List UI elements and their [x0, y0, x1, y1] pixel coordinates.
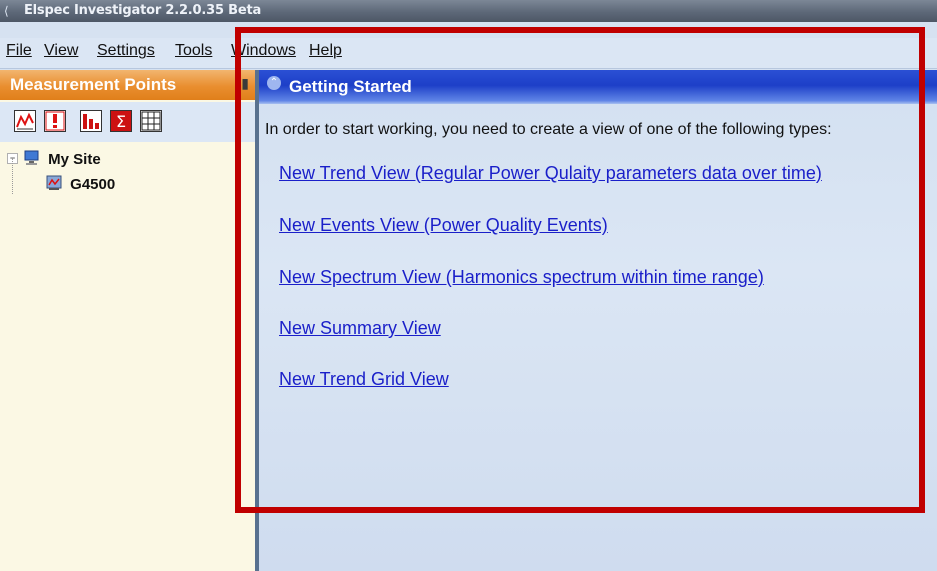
tree-node-device-label: G4500: [70, 176, 116, 193]
computer-icon: [24, 150, 40, 165]
menu-windows[interactable]: Windows: [231, 42, 296, 60]
collapse-icon[interactable]: ⌃: [267, 76, 281, 90]
new-trend-view-link[interactable]: New Trend View (Regular Power Qulaity pa…: [279, 163, 822, 184]
menu-bar: File View Settings Tools Windows Help: [0, 38, 937, 69]
events-view-icon[interactable]: [44, 110, 66, 132]
new-spectrum-view-link[interactable]: New Spectrum View (Harmonics spectrum wi…: [279, 267, 764, 288]
getting-started-title: Getting Started: [289, 77, 412, 96]
svg-text:Σ: Σ: [116, 112, 126, 131]
measurement-points-pane: Measurement Points ▮ Σ − My Site G4500: [0, 70, 259, 571]
tree-connector: [12, 158, 13, 194]
spectrum-view-icon[interactable]: [80, 110, 102, 132]
trend-view-icon[interactable]: [14, 110, 36, 132]
menu-tools[interactable]: Tools: [175, 42, 212, 60]
trend-grid-view-icon[interactable]: [140, 110, 162, 132]
app-window: ⟨ Elspec Investigator 2.2.0.35 Beta File…: [0, 0, 937, 571]
view-toolbar: Σ: [0, 102, 255, 142]
device-icon: [46, 175, 62, 190]
menu-settings[interactable]: Settings: [97, 42, 155, 60]
pin-icon[interactable]: ▮: [241, 75, 249, 92]
tree-node-device[interactable]: G4500: [46, 175, 115, 193]
new-trend-grid-view-link[interactable]: New Trend Grid View: [279, 369, 449, 390]
getting-started-pane: ⌃ Getting Started In order to start work…: [259, 70, 937, 571]
tree-node-site[interactable]: My Site: [24, 150, 101, 168]
getting-started-header: ⌃ Getting Started: [259, 70, 937, 104]
menu-help[interactable]: Help: [309, 42, 342, 60]
measurement-points-title: Measurement Points: [10, 75, 177, 94]
intro-text: In order to start working, you need to c…: [265, 121, 832, 138]
measurement-points-header: Measurement Points ▮: [0, 70, 255, 100]
new-summary-view-link[interactable]: New Summary View: [279, 318, 441, 339]
window-title: Elspec Investigator 2.2.0.35 Beta: [24, 3, 262, 18]
new-events-view-link[interactable]: New Events View (Power Quality Events): [279, 215, 608, 236]
title-bar: ⟨ Elspec Investigator 2.2.0.35 Beta: [0, 0, 937, 22]
app-icon: ⟨: [4, 4, 9, 18]
tree-node-site-label: My Site: [48, 151, 101, 168]
summary-view-icon[interactable]: Σ: [110, 110, 132, 132]
menu-view[interactable]: View: [44, 42, 78, 60]
menu-file[interactable]: File: [6, 42, 32, 60]
